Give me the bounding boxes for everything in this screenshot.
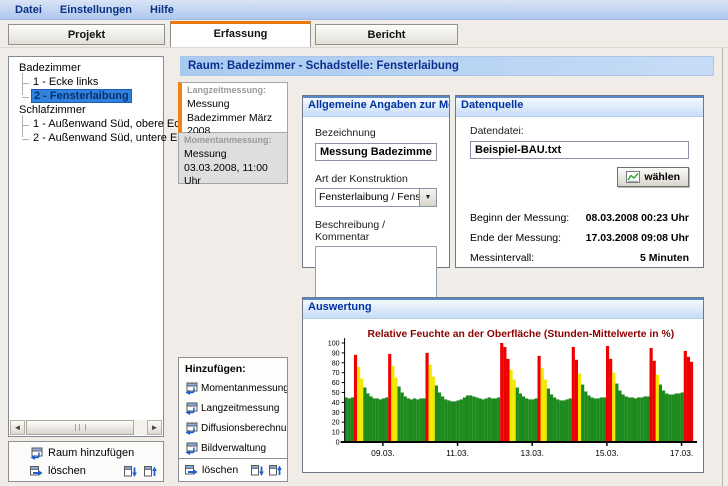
beginn-value: 08.03.2008 00:23 Uhr xyxy=(585,212,689,224)
konstruktion-value: Fensterlaibung / Fenst xyxy=(319,191,419,203)
svg-text:0: 0 xyxy=(336,439,340,447)
room-header-bar: Raum: Badezimmer - Schadstelle: Fensterl… xyxy=(180,56,714,76)
move-down-icon[interactable] xyxy=(250,464,264,477)
messintervall-row: Messintervall: 5 Minuten xyxy=(470,252,689,264)
hinzufuegen-box: Hinzufügen: Momentanmessung Langzeitmess… xyxy=(178,357,288,482)
room-actions-box: Raum hinzufügen löschen xyxy=(8,441,164,482)
svg-text:70: 70 xyxy=(332,369,340,377)
chart-title: Relative Feuchte an der Oberfläche (Stun… xyxy=(367,329,674,340)
allgemeine-angaben-panel: Allgemeine Angaben zur Mess Bezeichnung … xyxy=(302,95,450,304)
messintervall-value: 5 Minuten xyxy=(640,252,689,264)
room-tree: Badezimmer 1 - Ecke links 2 - Fensterlai… xyxy=(9,57,194,147)
konstruktion-label: Art der Konstruktion xyxy=(315,173,408,185)
svg-text:17.03.: 17.03. xyxy=(670,448,693,457)
delete-icon xyxy=(29,465,43,478)
svg-text:90: 90 xyxy=(332,349,340,357)
svg-text:13.03.: 13.03. xyxy=(521,448,544,457)
add-diffusionsberechnung-button[interactable]: Diffusionsberechnung xyxy=(179,418,287,438)
tree-node-aussenwand-obere-ecke[interactable]: 1 - Außenwand Süd, obere Ecke xyxy=(22,117,191,131)
menu-einstellungen[interactable]: Einstellungen xyxy=(51,2,141,18)
tab-strip: Projekt Erfassung Bericht xyxy=(0,20,728,48)
tree-node-ecke-links[interactable]: 1 - Ecke links xyxy=(22,75,161,89)
tree-node-schlafzimmer[interactable]: Schlafzimmer xyxy=(15,103,161,117)
move-up-icon[interactable] xyxy=(143,465,157,478)
allgemeine-angaben-header: Allgemeine Angaben zur Mess xyxy=(303,96,449,117)
add-item-icon xyxy=(184,402,198,415)
svg-text:09.03.: 09.03. xyxy=(371,448,394,457)
svg-text:40: 40 xyxy=(332,399,340,407)
datenquelle-panel: Datenquelle Datendatei: wählen Beginn de… xyxy=(455,95,704,268)
add-room-button[interactable]: Raum hinzufügen xyxy=(29,444,157,462)
add-room-icon xyxy=(29,447,43,460)
scroll-right-arrow-icon[interactable]: ► xyxy=(147,420,162,435)
scrollbar-thumb[interactable] xyxy=(26,420,134,435)
chevron-down-icon[interactable]: ▼ xyxy=(419,189,436,206)
add-item-icon xyxy=(184,422,198,435)
move-up-icon[interactable] xyxy=(268,464,282,477)
delete-room-button[interactable]: löschen xyxy=(29,465,86,478)
add-momentanmessung-button[interactable]: Momentanmessung xyxy=(179,378,287,398)
add-item-icon xyxy=(184,442,198,455)
beginn-der-messung-row: Beginn der Messung: 08.03.2008 00:23 Uhr xyxy=(470,212,689,224)
svg-text:50: 50 xyxy=(332,389,340,397)
selected-tree-item: 2 - Fensterlaibung xyxy=(31,89,132,103)
svg-text:60: 60 xyxy=(332,379,340,387)
humidity-chart: Relative Feuchte an der Oberfläche (Stun… xyxy=(303,319,703,457)
tab-erfassung[interactable]: Erfassung xyxy=(170,21,311,47)
svg-text:20: 20 xyxy=(332,419,340,427)
langzeitmessung-label: Langzeitmessung: xyxy=(187,85,267,95)
add-langzeitmessung-button[interactable]: Langzeitmessung xyxy=(179,398,287,418)
svg-text:11.03.: 11.03. xyxy=(446,448,469,457)
main-content: Raum: Badezimmer - Schadstelle: Fensterl… xyxy=(172,48,723,486)
hinzufuegen-title: Hinzufügen: xyxy=(185,363,246,375)
auswertung-header: Auswertung xyxy=(303,298,703,319)
add-bildverwaltung-button[interactable]: Bildverwaltung xyxy=(179,438,287,458)
svg-text:15.03.: 15.03. xyxy=(595,448,618,457)
chart-file-icon xyxy=(626,171,640,183)
add-item-icon xyxy=(184,382,198,395)
menu-datei[interactable]: Datei xyxy=(6,2,51,18)
bezeichnung-input[interactable] xyxy=(315,143,437,161)
momentanmessung-card[interactable]: Momentanmessung: Messung 03.03.2008, 11:… xyxy=(178,133,288,187)
scroll-left-arrow-icon[interactable]: ◄ xyxy=(10,420,25,435)
tab-bericht[interactable]: Bericht xyxy=(315,24,458,45)
momentanmessung-label: Momentanmessung: xyxy=(184,135,272,145)
konstruktion-dropdown[interactable]: Fensterlaibung / Fenst ▼ xyxy=(315,188,437,207)
humidity-chart-svg: Relative Feuchte an der Oberfläche (Stun… xyxy=(328,329,698,457)
ende-der-messung-row: Ende der Messung: 17.03.2008 09:08 Uhr xyxy=(470,232,689,244)
svg-text:10: 10 xyxy=(332,429,340,437)
langzeitmessung-card[interactable]: Langzeitmessung: Messung Badezimmer März… xyxy=(178,82,288,137)
datenquelle-header: Datenquelle xyxy=(456,96,703,117)
tree-node-aussenwand-untere-ecke[interactable]: 2 - Außenwand Süd, untere Ecke xyxy=(22,131,194,145)
datendatei-label: Datendatei: xyxy=(470,125,524,137)
tree-node-fensterlaibung[interactable]: 2 - Fensterlaibung xyxy=(22,89,161,103)
bezeichnung-label: Bezeichnung xyxy=(315,127,376,139)
beschreibung-textarea[interactable] xyxy=(315,246,437,304)
waehlen-button[interactable]: wählen xyxy=(617,167,689,187)
menu-hilfe[interactable]: Hilfe xyxy=(141,2,183,18)
tree-horizontal-scrollbar[interactable]: ◄ ► xyxy=(10,420,162,435)
beschreibung-label: Beschreibung / Kommentar xyxy=(315,219,386,243)
menu-bar: Datei Einstellungen Hilfe xyxy=(0,0,728,20)
svg-text:80: 80 xyxy=(332,359,340,367)
delete-icon xyxy=(184,464,198,477)
svg-text:30: 30 xyxy=(332,409,340,417)
ende-value: 17.03.2008 09:08 Uhr xyxy=(585,232,689,244)
move-down-icon[interactable] xyxy=(123,465,137,478)
tab-projekt[interactable]: Projekt xyxy=(8,24,165,45)
scrollbar-grip-icon xyxy=(74,424,86,431)
momentanmessung-value: Messung 03.03.2008, 11:00 Uhr xyxy=(184,148,268,188)
delete-measurement-button[interactable]: löschen xyxy=(184,464,238,477)
svg-text:100: 100 xyxy=(328,340,340,348)
tree-node-badezimmer[interactable]: Badezimmer xyxy=(15,61,161,75)
datendatei-input[interactable] xyxy=(470,141,689,159)
room-tree-panel: Badezimmer 1 - Ecke links 2 - Fensterlai… xyxy=(8,56,194,437)
auswertung-panel: Auswertung Relative Feuchte an der Oberf… xyxy=(302,297,704,473)
